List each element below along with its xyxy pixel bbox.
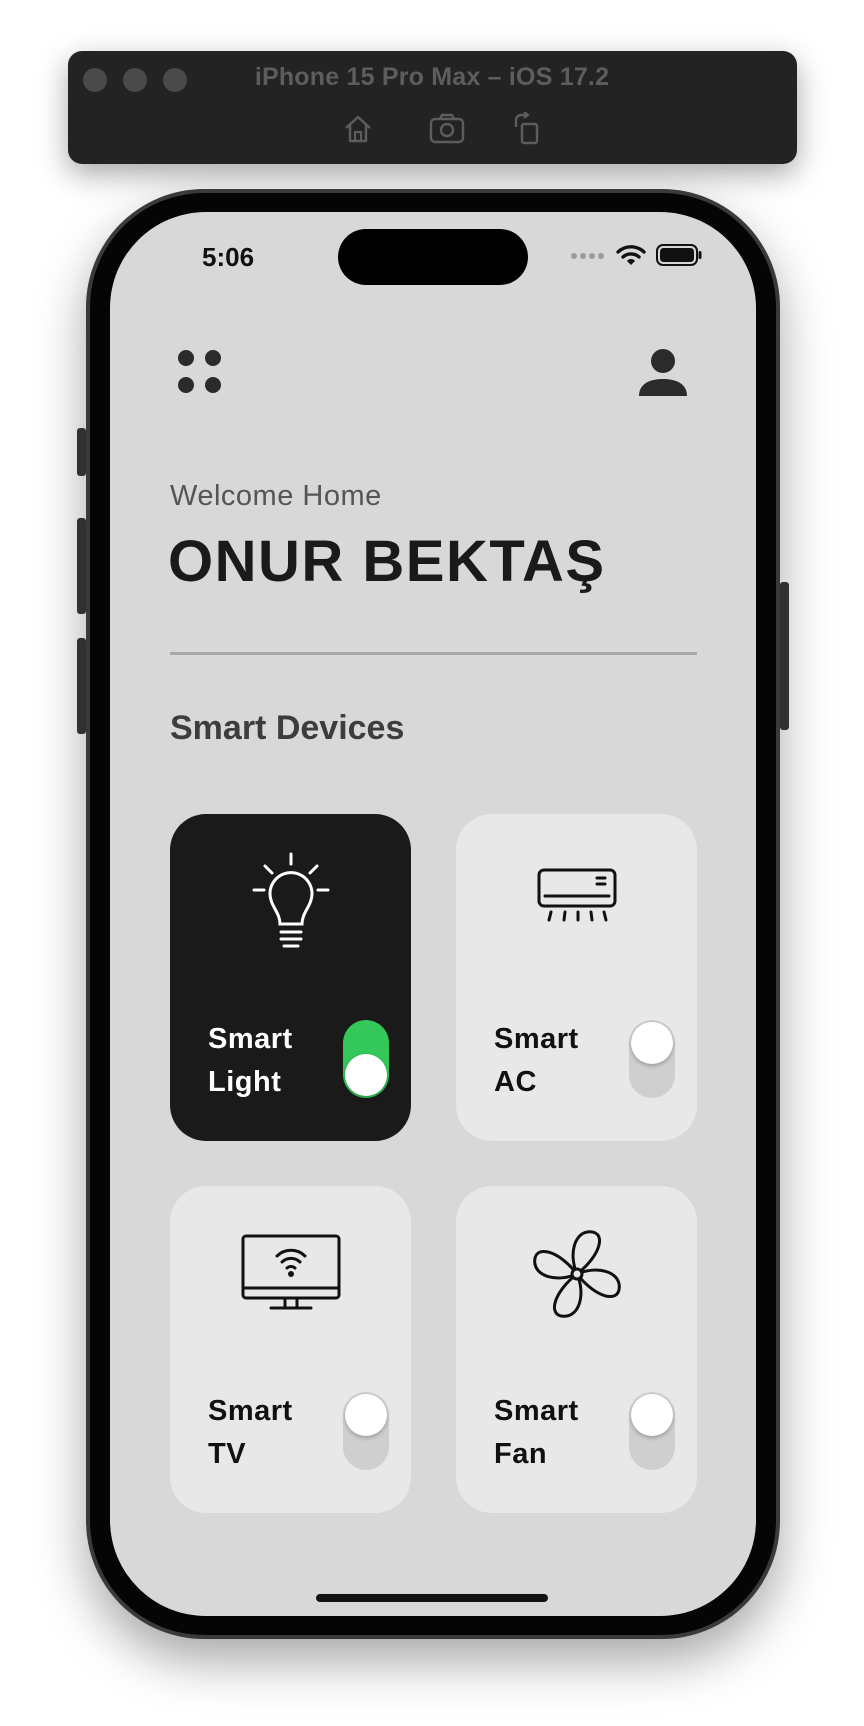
device-card-smart-light[interactable]: Smart Light — [170, 814, 411, 1141]
power-button — [780, 582, 789, 730]
home-indicator[interactable] — [316, 1594, 548, 1602]
app-screen: 5:06 Welcome Home ONUR BEKTAŞ Smart Devi… — [110, 212, 756, 1616]
screenshot-icon — [429, 113, 465, 144]
toggle-knob — [631, 1394, 673, 1436]
welcome-text: Welcome Home — [170, 480, 382, 512]
toggle-knob — [345, 1394, 387, 1436]
device-toggle[interactable] — [629, 1020, 675, 1098]
simulator-title: iPhone 15 Pro Max – iOS 17.2 — [254, 63, 610, 91]
device-name: Smart Fan — [494, 1395, 579, 1470]
wifi-icon — [616, 245, 646, 265]
home-icon — [345, 115, 371, 143]
light-bulb-icon — [252, 852, 329, 948]
device-card-smart-tv[interactable]: Smart TV — [170, 1186, 411, 1513]
device-toggle[interactable] — [343, 1392, 389, 1470]
person-icon[interactable] — [638, 348, 688, 398]
toggle-knob — [631, 1022, 673, 1064]
air-conditioner-icon — [537, 868, 616, 922]
battery-icon — [656, 244, 702, 266]
device-toggle[interactable] — [629, 1392, 675, 1470]
device-card-smart-ac[interactable]: Smart AC — [456, 814, 697, 1141]
device-name: Smart TV — [208, 1395, 293, 1470]
rotate-button[interactable] — [511, 111, 545, 146]
device-card-smart-fan[interactable]: Smart Fan — [456, 1186, 697, 1513]
status-time: 5:06 — [202, 242, 255, 272]
smart-tv-icon — [241, 1234, 340, 1310]
simulator-stage: iPhone 15 Pro Max – iOS 17.2 5:06 Welcom… — [0, 0, 864, 1726]
section-title: Smart Devices — [170, 709, 405, 747]
fan-icon — [532, 1230, 621, 1318]
screenshot-button[interactable] — [429, 112, 465, 146]
toggle-knob — [345, 1054, 387, 1096]
volume-up-button — [77, 518, 86, 614]
menu-dots-icon[interactable] — [178, 350, 224, 396]
status-icons — [570, 240, 702, 270]
dynamic-island — [338, 229, 528, 285]
rotate-icon — [514, 111, 539, 145]
cellular-icon — [571, 253, 604, 259]
home-button[interactable] — [341, 112, 375, 146]
device-toggle[interactable] — [343, 1020, 389, 1098]
volume-down-button — [77, 638, 86, 734]
device-name: Smart AC — [494, 1023, 579, 1098]
device-name: Smart Light — [208, 1023, 293, 1098]
divider — [170, 652, 697, 655]
user-name: ONUR BEKTAŞ — [168, 529, 606, 594]
action-button — [77, 428, 86, 476]
